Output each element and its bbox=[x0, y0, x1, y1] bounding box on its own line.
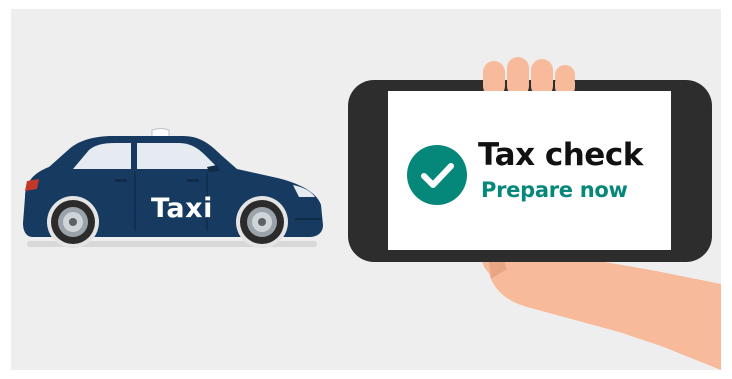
check-icon bbox=[407, 145, 467, 205]
taxi-front-wheel bbox=[236, 196, 288, 248]
taxi-label: Taxi bbox=[151, 193, 213, 224]
tax-check-title: Tax check bbox=[478, 137, 643, 173]
prepare-now-subtitle: Prepare now bbox=[481, 178, 628, 202]
taxi-rear-wheel bbox=[47, 196, 99, 248]
illustration-panel: Tax check Prepare now Taxi bbox=[11, 9, 721, 370]
